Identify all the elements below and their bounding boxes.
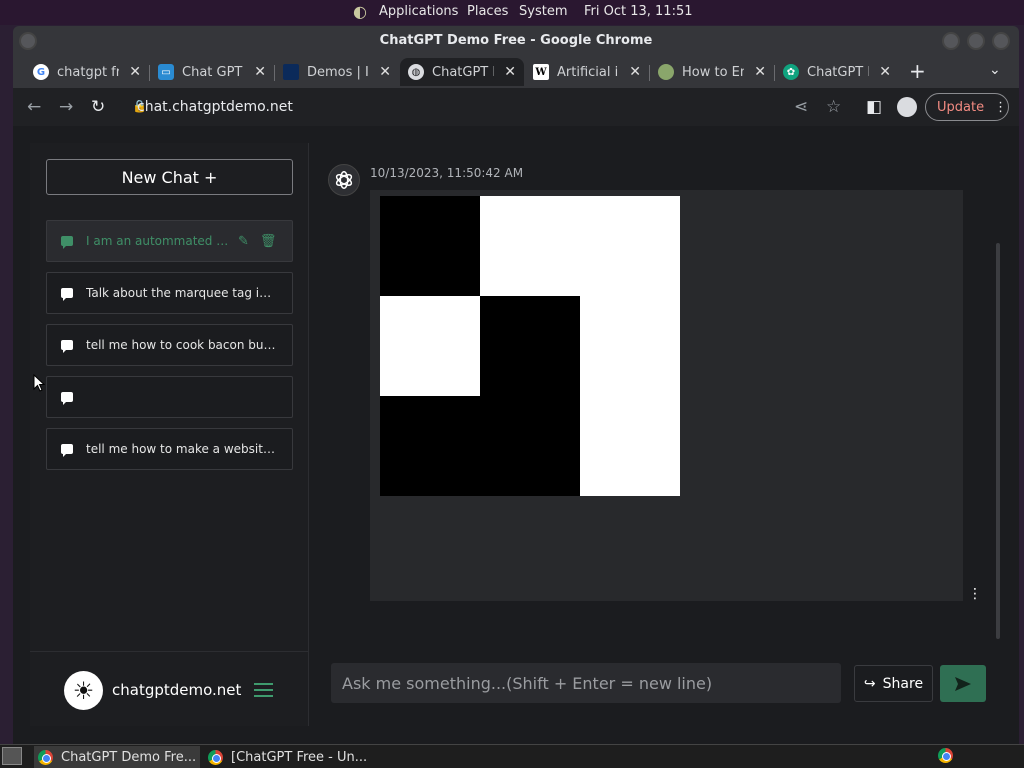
tab-chatgpt-demo[interactable]: ◍ ChatGPT D ✕	[400, 58, 524, 86]
side-panel-icon[interactable]: ◧	[866, 97, 882, 117]
share-page-icon[interactable]: ⋖	[794, 97, 808, 117]
update-button[interactable]: Update ⋮	[925, 93, 1009, 121]
conversation-item[interactable]	[46, 376, 293, 418]
tab-how-to[interactable]: How to En ✕	[650, 58, 775, 86]
send-button[interactable]	[940, 665, 986, 702]
places-menu[interactable]: Places	[467, 4, 508, 19]
response-image	[370, 190, 963, 601]
share-arrow-icon: ↪	[863, 675, 876, 692]
gnome-foot-icon[interactable]: ◐	[353, 2, 367, 21]
image-grid-cell	[580, 196, 680, 296]
site-icon	[658, 64, 674, 80]
image-grid-cell	[480, 296, 580, 396]
close-tab-icon[interactable]: ✕	[254, 64, 266, 80]
openai-logo-icon	[328, 164, 360, 196]
taskbar-item-chatgpt-demo[interactable]: ChatGPT Demo Fre...	[34, 746, 200, 768]
forward-arrow-icon[interactable]: →	[59, 97, 73, 117]
trash-icon[interactable]: 🗑	[260, 234, 277, 249]
tray-chrome-icon[interactable]	[938, 748, 953, 763]
kebab-menu-icon: ⋮	[994, 99, 1008, 115]
theme-toggle-sun-icon[interactable]: ☀	[64, 671, 103, 710]
tab-demos[interactable]: Demos | In ✕	[275, 58, 399, 86]
hamburger-menu-icon[interactable]	[254, 683, 273, 701]
close-tab-icon[interactable]: ✕	[629, 64, 641, 80]
taskbar: ChatGPT Demo Fre... [ChatGPT Free - Un..…	[0, 744, 1024, 768]
profile-avatar-icon[interactable]	[897, 97, 917, 117]
image-grid-cell	[380, 196, 480, 296]
back-arrow-icon[interactable]: ←	[27, 97, 41, 117]
image-grid-cell	[380, 296, 480, 396]
maximize-button[interactable]	[967, 32, 985, 50]
close-tab-icon[interactable]: ✕	[379, 64, 391, 80]
sidebar-footer: ☀ chatgptdemo.net	[30, 651, 309, 726]
globe-icon: ◍	[408, 64, 424, 80]
taskbar-item-chatgpt-free[interactable]: [ChatGPT Free - Un...	[204, 746, 374, 768]
chat-scrollbar[interactable]	[996, 243, 1000, 639]
chat-panel: 10/13/2023, 11:50:42 AM ⋮ Ask me somethi…	[310, 143, 1001, 726]
send-paper-plane-icon	[955, 676, 971, 691]
image-grid-cell	[480, 396, 580, 496]
browser-toolbar: ← → ↻ 🔒 chat.chatgptdemo.net ⋖ ☆ ◧ Updat…	[13, 88, 1019, 126]
tab-artificial-intelligence[interactable]: W Artificial in ✕	[525, 58, 650, 86]
site-name: chatgptdemo.net	[112, 681, 242, 699]
message-input[interactable]: Ask me something...(Shift + Enter = new …	[331, 663, 841, 703]
applications-menu[interactable]: Applications	[379, 4, 458, 19]
sidebar: New Chat + I am an autommated scri... ✎ …	[30, 143, 309, 726]
close-tab-icon[interactable]: ✕	[129, 64, 141, 80]
close-window-button[interactable]	[992, 32, 1010, 50]
image-grid-cell	[480, 196, 580, 296]
window-title: ChatGPT Demo Free - Google Chrome	[379, 33, 653, 48]
message-timestamp: 10/13/2023, 11:50:42 AM	[370, 166, 524, 180]
system-menu[interactable]: System	[519, 4, 567, 19]
tab-chat-gpt-c[interactable]: ▭ Chat GPT C ✕	[150, 58, 275, 86]
chat-bubble-icon	[61, 444, 73, 457]
reload-icon[interactable]: ↻	[91, 97, 105, 117]
conversation-item[interactable]: I am an autommated scri... ✎ 🗑	[46, 220, 293, 262]
panel-clock[interactable]: Fri Oct 13, 11:51	[584, 4, 693, 19]
title-bar: ChatGPT Demo Free - Google Chrome	[13, 26, 1019, 56]
share-button[interactable]: ↪ Share	[854, 665, 933, 702]
image-grid-cell	[580, 296, 680, 396]
chat-bubble-icon: ▭	[158, 64, 174, 80]
tab-search-chevron-icon[interactable]: ⌄	[989, 62, 1001, 78]
tab-chatgpt-f[interactable]: ✿ ChatGPT F ✕	[775, 58, 899, 86]
wikipedia-icon: W	[533, 64, 549, 80]
minimize-button[interactable]	[942, 32, 960, 50]
close-tab-icon[interactable]: ✕	[504, 64, 516, 80]
tab-strip: G chatgpt fre ✕ ▭ Chat GPT C ✕ Demos | I…	[13, 56, 1019, 88]
image-grid-cell	[380, 396, 480, 496]
mouse-cursor-icon	[33, 374, 45, 392]
new-tab-plus-icon[interactable]: +	[909, 59, 926, 83]
more-options-icon[interactable]: ⋮	[968, 586, 982, 602]
new-chat-button[interactable]: New Chat +	[46, 159, 293, 195]
conversation-item[interactable]: tell me how to cook bacon but wri...	[46, 324, 293, 366]
chat-bubble-icon	[61, 340, 73, 353]
conversation-item[interactable]: Talk about the marquee tag in gre...	[46, 272, 293, 314]
address-bar[interactable]: chat.chatgptdemo.net	[137, 99, 293, 115]
edit-pencil-icon[interactable]: ✎	[238, 234, 249, 249]
page-content: New Chat + I am an autommated scri... ✎ …	[13, 126, 1019, 744]
chat-bubble-icon	[61, 392, 73, 405]
bookmark-star-icon[interactable]: ☆	[826, 97, 841, 117]
chat-bubble-icon	[61, 236, 73, 249]
google-icon: G	[33, 64, 49, 80]
top-panel: ◐ Applications Places System Fri Oct 13,…	[0, 0, 1024, 25]
openai-icon: ✿	[783, 64, 799, 80]
browser-window: ChatGPT Demo Free - Google Chrome G chat…	[13, 26, 1019, 744]
show-desktop-icon[interactable]	[2, 747, 22, 765]
chat-bubble-icon	[61, 288, 73, 301]
square-icon	[283, 64, 299, 80]
close-tab-icon[interactable]: ✕	[879, 64, 891, 80]
conversation-item[interactable]: tell me how to make a website but...	[46, 428, 293, 470]
close-tab-icon[interactable]: ✕	[754, 64, 766, 80]
tab-chatgpt-free-search[interactable]: G chatgpt fre ✕	[25, 58, 150, 86]
image-grid-cell	[580, 396, 680, 496]
chrome-icon	[208, 749, 223, 765]
chrome-icon	[38, 749, 53, 765]
